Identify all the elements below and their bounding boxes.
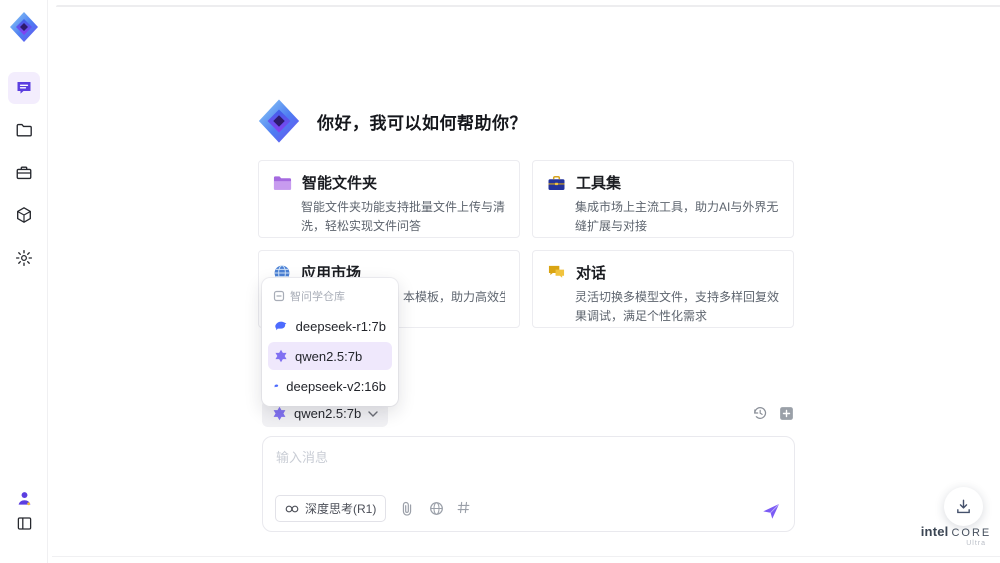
deepseek-icon xyxy=(274,384,279,388)
model-option-label: qwen2.5:7b xyxy=(295,348,363,364)
intel-wordmark: intel xyxy=(920,524,949,539)
sidebar-item-models[interactable] xyxy=(8,199,40,231)
card-description: 智能文件夹功能支持批量文件上传与清洗，轻松实现文件问答 xyxy=(301,200,506,233)
gear-icon xyxy=(15,249,33,267)
sidebar-item-folders[interactable] xyxy=(8,114,40,146)
qwen-icon xyxy=(275,349,287,363)
greeting-title: 你好，我可以如何帮助你？ xyxy=(317,113,527,133)
model-dropdown-header: 智问学仓库 xyxy=(268,284,392,310)
deep-think-label: 深度思考(R1) xyxy=(305,502,377,516)
card-title: 工具集 xyxy=(576,175,622,192)
model-option-qwen[interactable]: qwen2.5:7b xyxy=(268,342,392,370)
card-smart-folder[interactable]: 智能文件夹 智能文件夹功能支持批量文件上传与清洗，轻松实现文件问答 xyxy=(258,160,520,238)
app-logo-icon xyxy=(10,12,38,42)
model-option-deepseek-v2[interactable]: deepseek-v2:16b xyxy=(268,372,392,400)
toolkit-icon xyxy=(548,175,565,190)
card-conversation[interactable]: 对话 灵活切换多模型文件，支持多样回复效果调试，满足个性化需求 xyxy=(532,250,794,328)
composer-toolbar: 深度思考(R1) xyxy=(275,495,470,522)
card-description: 集成市场上主流工具，助力AI与外界无缝扩展与对接 xyxy=(575,200,779,233)
gold-chat-icon xyxy=(548,265,565,278)
commands-button[interactable] xyxy=(457,501,470,517)
ultra-wordmark: Ultra xyxy=(966,540,986,547)
download-icon xyxy=(957,499,970,514)
repo-icon xyxy=(273,290,285,302)
folder-icon xyxy=(16,123,32,137)
sidebar-item-settings[interactable] xyxy=(8,242,40,274)
deep-think-toggle[interactable]: 深度思考(R1) xyxy=(275,495,387,522)
model-dropdown-header-label: 智问学仓库 xyxy=(290,291,345,303)
assistant-logo-icon xyxy=(258,99,300,143)
sidebar xyxy=(0,0,48,563)
model-dropdown: 智问学仓库 deepseek-r1:7b qwen2.5:7b deepseek… xyxy=(262,278,398,406)
model-option-deepseek-r1[interactable]: deepseek-r1:7b xyxy=(268,312,392,340)
app-logo[interactable] xyxy=(9,11,39,43)
chevron-down-icon xyxy=(368,410,378,417)
card-title: 智能文件夹 xyxy=(302,175,378,192)
hash-icon xyxy=(457,501,470,513)
cube-icon xyxy=(17,207,31,223)
core-wordmark: core xyxy=(951,527,992,539)
chat-composer: 深度思考(R1) xyxy=(262,436,795,532)
send-icon xyxy=(763,503,780,519)
sidebar-collapse-button[interactable] xyxy=(8,507,40,539)
qwen-icon xyxy=(273,406,286,421)
card-title: 对话 xyxy=(576,265,607,282)
purple-folder-icon xyxy=(273,175,292,190)
intel-core-badge: intel core Ultra xyxy=(920,524,992,547)
bottom-divider xyxy=(52,556,1000,557)
model-option-label: deepseek-r1:7b xyxy=(295,318,386,334)
briefcase-icon xyxy=(16,166,32,180)
greeting-header: 你好，我可以如何帮助你？ xyxy=(256,98,527,144)
user-icon xyxy=(18,491,30,505)
history-button[interactable] xyxy=(751,404,769,422)
card-description: 灵活切换多模型文件，支持多样回复效果调试，满足个性化需求 xyxy=(575,290,780,323)
model-selector-label: qwen2.5:7b xyxy=(294,406,362,421)
new-chat-button[interactable] xyxy=(777,404,795,422)
deepseek-icon xyxy=(275,321,287,331)
card-toolkit[interactable]: 工具集 集成市场上主流工具，助力AI与外界无缝扩展与对接 xyxy=(532,160,794,238)
message-input[interactable] xyxy=(276,447,736,489)
top-divider xyxy=(56,5,1000,7)
app-window: 你好，我可以如何帮助你？ 智能文件夹 智能文件夹功能支持批量文件上传与清洗，轻松… xyxy=(0,0,1000,563)
deep-think-icon xyxy=(285,505,299,512)
model-option-label: deepseek-v2:16b xyxy=(286,378,386,394)
globe-icon xyxy=(429,502,443,515)
attach-file-button[interactable] xyxy=(399,501,415,517)
sidebar-item-toolbox[interactable] xyxy=(8,157,40,189)
web-search-button[interactable] xyxy=(428,501,444,517)
paperclip-icon xyxy=(403,501,412,516)
history-icon xyxy=(754,407,767,419)
chat-icon xyxy=(17,82,31,94)
download-fab[interactable] xyxy=(944,487,983,526)
panel-toggle-icon xyxy=(17,516,31,530)
new-chat-icon xyxy=(779,406,793,420)
sidebar-item-chat[interactable] xyxy=(8,72,40,104)
send-button[interactable] xyxy=(761,501,781,521)
